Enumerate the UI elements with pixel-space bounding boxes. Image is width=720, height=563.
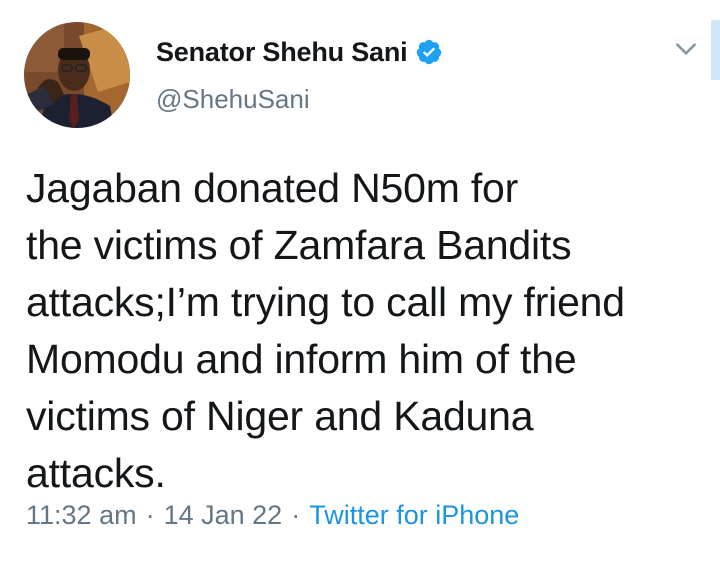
author-row: Senator Shehu Sani (156, 34, 443, 70)
author-handle[interactable]: @ShehuSani (156, 84, 310, 115)
tweet-date[interactable]: 14 Jan 22 (164, 500, 283, 531)
tweet-time: 11:32 am (26, 500, 137, 530)
avatar-photo (24, 22, 130, 128)
tweet-source-link[interactable]: Twitter for iPhone (309, 500, 519, 531)
tweet-card: Senator Shehu Sani @ShehuSani Jagaban do… (0, 0, 720, 563)
display-name[interactable]: Senator Shehu Sani (156, 37, 408, 68)
meta-separator: · (291, 500, 301, 530)
chevron-down-icon[interactable] (673, 36, 699, 62)
side-accent (711, 20, 720, 80)
tweet-meta: 11:32 am · 14 Jan 22 · Twitter for iPhon… (26, 500, 519, 531)
meta-separator: · (145, 500, 155, 530)
verified-badge-icon (417, 39, 442, 65)
tweet-text: Jagaban donated N50m for the victims of … (26, 165, 625, 496)
avatar[interactable] (24, 22, 130, 128)
